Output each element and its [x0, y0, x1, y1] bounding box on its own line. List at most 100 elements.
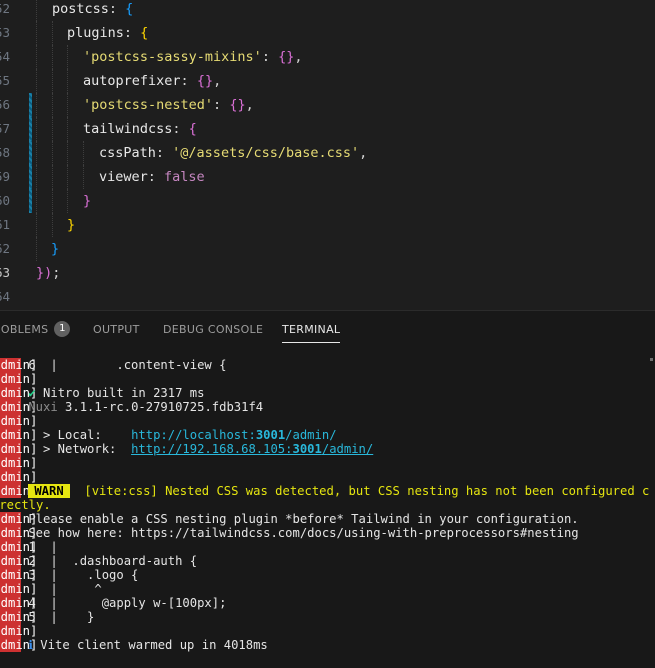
code-text: });: [36, 261, 60, 285]
terminal-text: ✔: [21, 386, 36, 400]
code-token: {}: [196, 73, 214, 89]
terminal-line: [admin]: [0, 372, 641, 386]
code-token: {}: [278, 49, 295, 65]
code-editor[interactable]: 52 postcss: {53plugins: { 54 'postcss-sassy…: [0, 0, 655, 310]
terminal-text: Nuxi: [21, 400, 66, 414]
code-token: {}: [229, 97, 246, 113]
indent-guide: [67, 165, 68, 189]
code-token: postcss: [52, 1, 109, 17]
code-line[interactable]: 54 'postcss-sassy-mixins': {},: [0, 45, 655, 69]
terminal-text: 3.1.1-rc.0-27910725.fdb31f4: [65, 400, 264, 414]
indent-guide: [36, 0, 37, 21]
code-line[interactable]: 58 cssPath: '@/assets/css/base.css',: [0, 141, 655, 165]
code-line[interactable]: 62}: [0, 237, 655, 261]
terminal-line: [admin] 1 |: [0, 540, 641, 554]
git-modified-indicator[interactable]: [29, 117, 32, 141]
code-token: {: [188, 121, 197, 137]
code-token: {: [140, 25, 149, 41]
tab-debug-console[interactable]: DEBUG CONSOLE: [163, 311, 263, 349]
code-token: :: [155, 145, 173, 161]
code-text: plugins: {: [67, 21, 148, 45]
terminal-text[interactable]: 3001: [256, 428, 285, 442]
terminal-text: Nitro built in 2317 ms: [35, 386, 205, 400]
terminal-line: [admin] | ^: [0, 582, 641, 596]
code-token: }): [36, 265, 53, 281]
terminal-line: [admin] 4 | @apply w-[100px];: [0, 596, 641, 610]
code-line[interactable]: 59 viewer: false: [0, 165, 655, 189]
code-token: 'postcss-sassy-mixins': [83, 49, 262, 65]
log-source-tag: [admin]: [0, 638, 37, 652]
code-token: :: [123, 25, 141, 41]
indent-guide: [67, 117, 68, 141]
terminal-line: [admin] 6 | .content-view {: [0, 358, 641, 372]
tab-output-label: OUTPUT: [93, 323, 140, 336]
terminal-scrollbar[interactable]: [650, 358, 653, 361]
indent-guide: [52, 93, 53, 117]
terminal-text[interactable]: 3001: [293, 442, 322, 456]
code-line[interactable]: 57 tailwindcss: {: [0, 117, 655, 141]
code-text: 'postcss-sassy-mixins': {},: [83, 45, 302, 69]
code-token: :: [180, 73, 197, 89]
indent-guide: [52, 45, 53, 69]
terminal-line: [admin] 2 | .dashboard-auth {: [0, 554, 641, 568]
git-modified-indicator[interactable]: [29, 165, 32, 189]
tab-terminal[interactable]: TERMINAL: [282, 311, 341, 349]
terminal-line: [admin] See how here: https://tailwindcs…: [0, 526, 641, 540]
terminal-text: 5 | }: [21, 610, 95, 624]
line-number: 52: [0, 1, 10, 16]
terminal-text: Vite client warmed up in 4018ms: [32, 638, 268, 652]
git-modified-indicator[interactable]: [29, 93, 32, 117]
terminal-text: See how here: https://tailwindcss.com/do…: [21, 526, 579, 540]
code-line[interactable]: 53 plugins: {: [0, 21, 655, 45]
terminal-line: [admin] Nuxi 3.1.1-rc.0-27910725.fdb31f4: [0, 400, 641, 414]
code-token: plugins: [67, 25, 124, 41]
indent-guide: [52, 21, 53, 45]
terminal-line: [admin]: [0, 624, 641, 638]
line-number: 54: [0, 49, 10, 64]
problems-count-badge: 1: [54, 321, 71, 337]
indent-guide: [83, 165, 84, 189]
line-number: 55: [0, 73, 10, 88]
code-token: autoprefixer: [83, 73, 181, 89]
git-modified-indicator[interactable]: [29, 141, 32, 165]
tab-problems[interactable]: PROBLEMS 1: [0, 311, 71, 349]
code-line[interactable]: 56 'postcss-nested': {},: [0, 93, 655, 117]
terminal-text[interactable]: /admin/: [322, 442, 373, 456]
log-source-tag: [admin]: [0, 526, 37, 540]
tab-output[interactable]: OUTPUT: [93, 311, 140, 349]
log-source-tag: [admin]: [0, 554, 37, 568]
terminal-text[interactable]: http://192.168.68.105:: [131, 442, 292, 456]
code-token: viewer: [99, 169, 148, 185]
terminal-text[interactable]: http://localhost:: [131, 428, 256, 442]
terminal-line: [admin] 5 | }: [0, 610, 641, 624]
code-line[interactable]: 64: [0, 285, 655, 309]
code-token: }: [67, 217, 76, 233]
log-source-tag: [admin]: [0, 372, 37, 386]
indent-guide: [36, 189, 37, 213]
code-line[interactable]: 60}: [0, 189, 655, 213]
indent-guide: [52, 141, 53, 165]
code-line[interactable]: 61}: [0, 213, 655, 237]
log-source-tag: [admin]: [0, 568, 37, 582]
code-text: cssPath: '@/assets/css/base.css',: [99, 141, 367, 165]
log-source-tag: [admin]: [0, 596, 37, 610]
code-line[interactable]: 63});: [0, 261, 655, 285]
terminal-line: [admin]: [0, 470, 641, 484]
code-text: postcss: {: [52, 0, 133, 21]
indent-guide: [52, 165, 53, 189]
terminal-output[interactable]: [admin] 6 | .content-view {[admin][admin…: [0, 357, 655, 662]
code-line[interactable]: 55 autoprefixer: {},: [0, 69, 655, 93]
log-source-tag: [admin]: [0, 428, 37, 442]
line-number: 57: [0, 121, 10, 136]
code-token: ,: [294, 49, 303, 65]
code-token: :: [261, 49, 279, 65]
indent-guide: [36, 117, 37, 141]
code-token: false: [164, 169, 205, 185]
code-token: {: [125, 1, 134, 17]
terminal-text[interactable]: /admin/: [285, 428, 336, 442]
code-token: :: [147, 169, 165, 185]
code-line[interactable]: 52 postcss: {: [0, 0, 655, 21]
git-modified-indicator[interactable]: [29, 189, 32, 213]
code-text: }: [51, 237, 59, 261]
terminal-text: > Local:: [21, 428, 132, 442]
